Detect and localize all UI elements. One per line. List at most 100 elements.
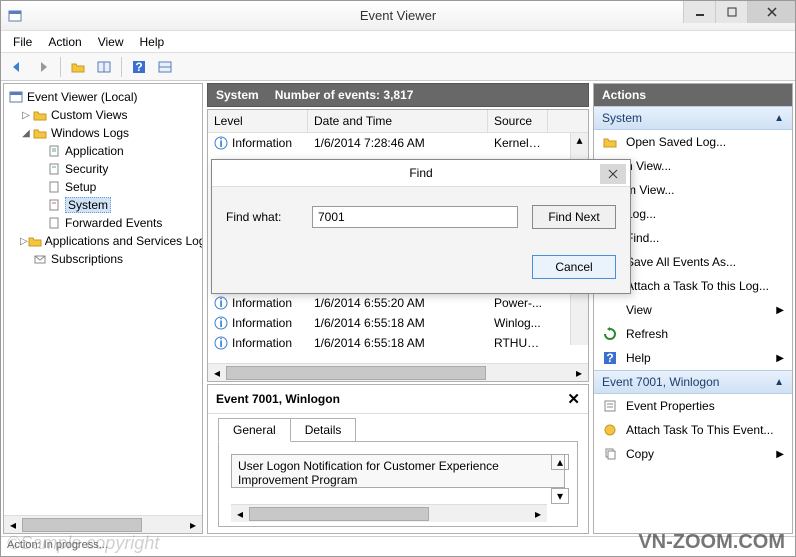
action-label: Attach Task To This Event... xyxy=(626,423,773,437)
tree-label: Setup xyxy=(65,180,96,194)
cell-source: Power-... xyxy=(488,295,548,311)
event-row[interactable]: iInformation 1/6/2014 6:55:20 AM Power-.… xyxy=(208,293,588,313)
log-icon xyxy=(46,215,62,231)
open-folder-button[interactable] xyxy=(66,56,90,78)
menu-file[interactable]: File xyxy=(5,33,40,51)
eventviewer-icon xyxy=(8,89,24,105)
actions-pane: Actions System▲ Open Saved Log... n View… xyxy=(593,83,793,534)
list-scrollbar-h[interactable]: ◂▸ xyxy=(208,363,588,381)
next-event-button[interactable]: ▾ xyxy=(551,488,569,504)
action-refresh[interactable]: Refresh xyxy=(594,322,792,346)
prev-event-button[interactable]: ▴ xyxy=(551,454,569,470)
tree-root[interactable]: Event Viewer (Local) xyxy=(6,88,200,106)
action-label: Attach a Task To this Log... xyxy=(626,279,769,293)
action-help[interactable]: ? Help ▶ xyxy=(594,346,792,370)
titlebar: Event Viewer xyxy=(1,1,795,31)
close-detail-button[interactable]: ✕ xyxy=(567,390,580,408)
tab-general[interactable]: General xyxy=(218,418,291,442)
log-icon xyxy=(46,161,62,177)
cell-level: Information xyxy=(232,336,292,350)
tree-security[interactable]: Security xyxy=(6,160,200,178)
main-layout: Event Viewer (Local) ▷Custom Views ◢Wind… xyxy=(1,81,795,536)
svg-text:i: i xyxy=(219,336,222,350)
event-row[interactable]: iInformation 1/6/2014 7:28:46 AM Kernel-… xyxy=(208,133,588,153)
action-view[interactable]: View ▶ xyxy=(594,298,792,322)
cell-datetime: 1/6/2014 7:28:46 AM xyxy=(308,135,488,151)
tree-scrollbar-h[interactable]: ◂▸ xyxy=(4,515,202,533)
actions-section-event[interactable]: Event 7001, Winlogon ▲ xyxy=(594,370,792,394)
folder-icon xyxy=(32,107,48,123)
action-label: View xyxy=(626,303,652,317)
tab-details[interactable]: Details xyxy=(290,418,357,442)
tree-forwarded[interactable]: Forwarded Events xyxy=(6,214,200,232)
expand-icon[interactable]: ▷ xyxy=(20,236,28,247)
properties-button[interactable] xyxy=(92,56,116,78)
find-cancel-button[interactable]: Cancel xyxy=(532,255,616,279)
svg-text:i: i xyxy=(219,296,222,310)
tree-application[interactable]: Application xyxy=(6,142,200,160)
tree-system[interactable]: System xyxy=(6,196,200,214)
log-icon xyxy=(46,143,62,159)
action-open-saved-log[interactable]: Open Saved Log... xyxy=(594,130,792,154)
find-dialog: Find Find what: Find Next Cancel xyxy=(211,159,631,294)
detail-scrollbar-h[interactable]: ◂▸ xyxy=(231,504,547,522)
detail-title: Event 7001, Winlogon xyxy=(216,392,340,406)
menu-action[interactable]: Action xyxy=(40,33,89,51)
svg-text:?: ? xyxy=(606,351,613,365)
cell-level: Information xyxy=(232,316,292,330)
find-dialog-title: Find xyxy=(409,166,432,180)
find-dialog-close-button[interactable] xyxy=(600,164,626,184)
action-label: Event Properties xyxy=(626,399,715,413)
cell-source: RTHUSB xyxy=(488,335,548,351)
svg-text:i: i xyxy=(219,136,222,150)
actions-section-system[interactable]: System▲ xyxy=(594,106,792,130)
menu-view[interactable]: View xyxy=(90,33,132,51)
event-row[interactable]: iInformation 1/6/2014 6:55:18 AM Winlog.… xyxy=(208,313,588,333)
collapse-icon: ▲ xyxy=(774,377,784,388)
list-title: System xyxy=(216,88,259,102)
action-event-properties[interactable]: Event Properties xyxy=(594,394,792,418)
submenu-arrow-icon: ▶ xyxy=(776,353,784,364)
copy-icon xyxy=(602,446,618,462)
find-what-label: Find what: xyxy=(226,210,298,224)
col-datetime[interactable]: Date and Time xyxy=(308,110,488,132)
log-icon xyxy=(46,197,62,213)
minimize-button[interactable] xyxy=(683,1,715,23)
maximize-button[interactable] xyxy=(715,1,747,23)
collapse-icon: ▲ xyxy=(774,113,784,124)
find-next-button[interactable]: Find Next xyxy=(532,205,616,229)
action-label: Open Saved Log... xyxy=(626,135,726,149)
action-label: Refresh xyxy=(626,327,668,341)
action-copy[interactable]: Copy▶ xyxy=(594,442,792,466)
tree-subscriptions[interactable]: Subscriptions xyxy=(6,250,200,268)
tree-apps-services[interactable]: ▷Applications and Services Logs xyxy=(6,232,200,250)
toolbar-separator xyxy=(60,57,61,77)
section-label: Event 7001, Winlogon xyxy=(602,375,719,389)
preview-pane-button[interactable] xyxy=(153,56,177,78)
collapse-icon[interactable]: ◢ xyxy=(20,128,32,139)
event-row[interactable]: i Information 1/6/2014 6:55:18 AM RTHUSB xyxy=(208,333,588,353)
cell-level: Information xyxy=(232,296,292,310)
info-icon: i xyxy=(214,336,228,350)
col-level[interactable]: Level xyxy=(208,110,308,132)
properties-icon xyxy=(602,398,618,414)
action-attach-task-event[interactable]: Attach Task To This Event... xyxy=(594,418,792,442)
tree-custom-views[interactable]: ▷Custom Views xyxy=(6,106,200,124)
submenu-arrow-icon: ▶ xyxy=(776,305,784,316)
col-source[interactable]: Source xyxy=(488,110,548,132)
back-button[interactable] xyxy=(5,56,29,78)
expand-icon[interactable]: ▷ xyxy=(20,110,32,121)
menu-help[interactable]: Help xyxy=(132,33,173,51)
log-icon xyxy=(46,179,62,195)
action-label: n View... xyxy=(626,159,671,173)
forward-button[interactable] xyxy=(31,56,55,78)
cell-datetime: 1/6/2014 6:55:18 AM xyxy=(308,315,488,331)
find-what-input[interactable] xyxy=(312,206,518,228)
tree-setup[interactable]: Setup xyxy=(6,178,200,196)
help-button[interactable]: ? xyxy=(127,56,151,78)
cell-datetime: 1/6/2014 6:55:18 AM xyxy=(308,335,488,351)
tree-windows-logs[interactable]: ◢Windows Logs xyxy=(6,124,200,142)
close-button[interactable] xyxy=(747,1,795,23)
cell-level: Information xyxy=(232,136,292,150)
action-label: Help xyxy=(626,351,651,365)
